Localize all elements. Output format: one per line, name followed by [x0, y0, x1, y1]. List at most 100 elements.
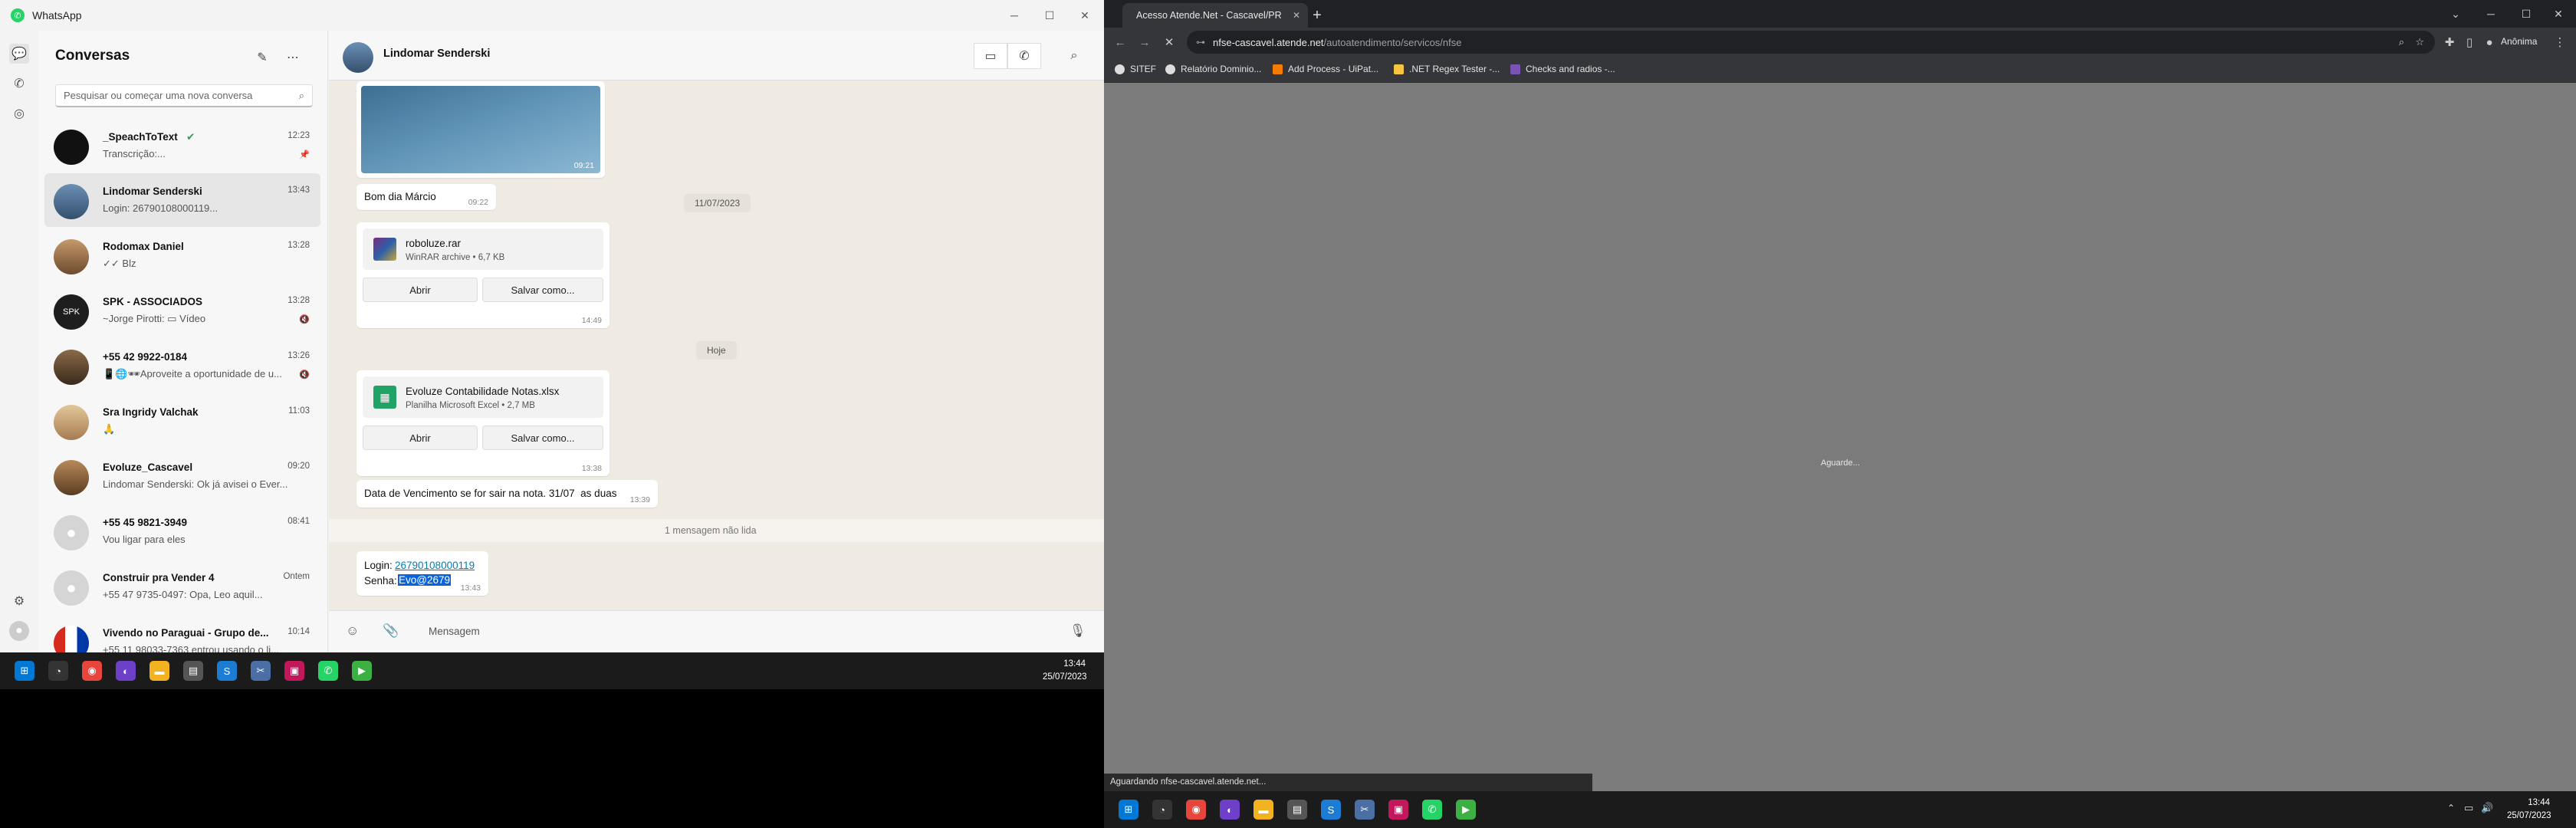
- open-file-button[interactable]: Abrir: [363, 426, 478, 450]
- widgets-icon[interactable]: ◔: [1152, 800, 1172, 820]
- chat-item[interactable]: Vivendo no Paraguai - Grupo de... 10:14 …: [44, 615, 320, 652]
- image-thumbnail[interactable]: [361, 86, 600, 173]
- message-text: Data de Vencimento se for sair na nota. …: [364, 488, 617, 499]
- image-message[interactable]: 09:21: [356, 81, 605, 178]
- voice-call-icon[interactable]: ✆: [1007, 43, 1041, 69]
- chat-item[interactable]: SPK SPK - ASSOCIADOS 13:28 ~Jorge Pirott…: [44, 284, 320, 337]
- profile-label[interactable]: Anônima: [2501, 36, 2537, 47]
- notepad-icon[interactable]: ▤: [183, 661, 203, 681]
- loading-text: Aguarde...: [1821, 458, 1860, 468]
- chat-item[interactable]: _SpeachToText ✔ 12:23 Transcrição:... 📌: [44, 119, 320, 172]
- ssms-icon[interactable]: S: [217, 661, 237, 681]
- chrome-window: Acesso Atende.Net - Cascavel/PR ✕ + ⌄ ─ …: [1104, 0, 2576, 791]
- app-icon[interactable]: ▣: [1388, 800, 1408, 820]
- file-card[interactable]: roboluze.rar WinRAR archive • 6,7 KB: [363, 228, 603, 270]
- bookmark-label: Relatório Dominio...: [1181, 64, 1262, 74]
- contact-name[interactable]: Lindomar Senderski: [383, 48, 490, 60]
- settings-icon[interactable]: ⚙: [9, 591, 29, 611]
- bookmark-item[interactable]: Checks and radios -...: [1510, 64, 1615, 74]
- file-card[interactable]: ▦ Evoluze Contabilidade Notas.xlsx Plani…: [363, 376, 603, 418]
- contact-avatar[interactable]: [343, 42, 373, 73]
- profile-icon[interactable]: ●: [9, 621, 29, 641]
- whatsapp-icon[interactable]: ✆: [318, 661, 338, 681]
- attach-icon[interactable]: 📎: [383, 623, 399, 639]
- chat-preview: Transcrição:...: [103, 148, 166, 159]
- site-info-icon[interactable]: ⊶: [1196, 37, 1205, 48]
- bookmark-star-icon[interactable]: ☆: [2415, 36, 2424, 48]
- close-icon[interactable]: ✕: [2541, 0, 2576, 29]
- microphone-icon[interactable]: 🎙: [1070, 623, 1086, 639]
- status-icon[interactable]: ◎: [9, 104, 29, 123]
- volume-icon[interactable]: 🔊: [2481, 802, 2493, 814]
- github-icon[interactable]: ◐: [1220, 800, 1240, 820]
- chat-item[interactable]: Evoluze_Cascavel 09:20 Lindomar Sendersk…: [44, 449, 320, 503]
- stop-loading-icon[interactable]: ✕: [1159, 32, 1179, 52]
- start-icon[interactable]: ⊞: [15, 661, 34, 681]
- whatsapp-icon[interactable]: ✆: [1422, 800, 1442, 820]
- chrome-icon[interactable]: ◉: [1186, 800, 1206, 820]
- more-options-icon[interactable]: ⋯: [281, 46, 304, 69]
- open-file-button[interactable]: Abrir: [363, 278, 478, 302]
- video-call-icon[interactable]: ▭: [974, 43, 1007, 69]
- search-input[interactable]: Pesquisar ou começar uma nova conversa ⌕: [55, 84, 313, 107]
- bookmark-item[interactable]: Add Process - UiPat...: [1273, 64, 1378, 74]
- message-time: 09:22: [468, 198, 488, 207]
- menu-icon[interactable]: ⋮: [2550, 32, 2570, 52]
- widgets-icon[interactable]: ◔: [48, 661, 68, 681]
- new-chat-icon[interactable]: ✎: [251, 46, 274, 69]
- chat-item-selected[interactable]: Lindomar Senderski 13:43 Login: 26790108…: [44, 173, 320, 227]
- close-icon[interactable]: ✕: [1067, 0, 1102, 31]
- file-explorer-icon[interactable]: ▬: [150, 661, 169, 681]
- maximize-icon[interactable]: ☐: [2509, 0, 2544, 29]
- bookmark-item[interactable]: Relatório Dominio...: [1165, 64, 1261, 74]
- extensions-icon[interactable]: ✚: [2440, 32, 2459, 52]
- forward-icon[interactable]: →: [1135, 32, 1155, 52]
- maximize-icon[interactable]: ☐: [1032, 0, 1067, 31]
- globe-icon: [1165, 64, 1175, 74]
- tray-overflow-icon[interactable]: ⌃: [2447, 803, 2455, 813]
- chat-item[interactable]: Sra Ingridy Valchak 11:03 🙏: [44, 394, 320, 448]
- tab-search-icon[interactable]: ⌄: [2438, 0, 2473, 29]
- chat-item[interactable]: +55 42 9922-0184 13:26 📱🌐🕶Aproveite a op…: [44, 339, 320, 393]
- start-icon[interactable]: ⊞: [1119, 800, 1138, 820]
- minimize-icon[interactable]: ─: [997, 0, 1032, 31]
- new-tab-icon[interactable]: +: [1306, 5, 1328, 26]
- address-bar[interactable]: ⊶ nfse-cascavel.atende.net/autoatendimen…: [1187, 31, 2435, 54]
- message-input[interactable]: Mensagem: [429, 626, 480, 637]
- app-icon[interactable]: ▣: [284, 661, 304, 681]
- zoom-icon[interactable]: ⌕: [2399, 36, 2404, 48]
- snipping-tool-icon[interactable]: ✂: [251, 661, 271, 681]
- save-as-button[interactable]: Salvar como...: [482, 426, 603, 450]
- calls-icon[interactable]: ✆: [9, 74, 29, 94]
- chrome-icon[interactable]: ◉: [82, 661, 102, 681]
- search-icon[interactable]: ⌕: [1057, 43, 1091, 69]
- ssms-icon[interactable]: S: [1321, 800, 1341, 820]
- bookmark-item[interactable]: .NET Regex Tester -...: [1394, 64, 1500, 74]
- snipping-tool-icon[interactable]: ✂: [1355, 800, 1375, 820]
- clock[interactable]: 13:44 25/07/2023: [1043, 658, 1087, 684]
- bookmark-item[interactable]: SITEF: [1115, 64, 1156, 74]
- password-value-selected[interactable]: Evo@2679: [398, 574, 451, 586]
- search-placeholder: Pesquisar ou começar uma nova conversa: [64, 90, 253, 101]
- file-explorer-icon[interactable]: ▬: [1254, 800, 1273, 820]
- minimize-icon[interactable]: ─: [2473, 0, 2509, 29]
- chat-item[interactable]: ● +55 45 9821-3949 08:41 Vou ligar para …: [44, 504, 320, 558]
- incognito-icon[interactable]: ●: [2479, 32, 2499, 52]
- github-icon[interactable]: ◐: [116, 661, 136, 681]
- chat-item[interactable]: ● Construir pra Vender 4 Ontem +55 47 97…: [44, 560, 320, 613]
- network-icon[interactable]: ▭: [2464, 802, 2473, 814]
- clock[interactable]: 13:44 25/07/2023: [2507, 797, 2551, 823]
- save-as-button[interactable]: Salvar como...: [482, 278, 603, 302]
- back-icon[interactable]: ←: [1110, 32, 1130, 52]
- emoji-icon[interactable]: ☺: [346, 623, 359, 639]
- tab-active[interactable]: Acesso Atende.Net - Cascavel/PR ✕: [1122, 3, 1308, 28]
- media-icon[interactable]: ▶: [1456, 800, 1476, 820]
- chat-item[interactable]: Rodomax Daniel 13:28 ✓✓ Blz: [44, 228, 320, 282]
- chats-icon[interactable]: 💬: [9, 44, 29, 64]
- file-message: roboluze.rar WinRAR archive • 6,7 KB Abr…: [356, 222, 610, 328]
- notepad-icon[interactable]: ▤: [1287, 800, 1307, 820]
- side-panel-icon[interactable]: ▯: [2459, 32, 2479, 52]
- close-tab-icon[interactable]: ✕: [1293, 10, 1300, 21]
- media-icon[interactable]: ▶: [352, 661, 372, 681]
- login-link[interactable]: 26790108000119: [395, 560, 475, 571]
